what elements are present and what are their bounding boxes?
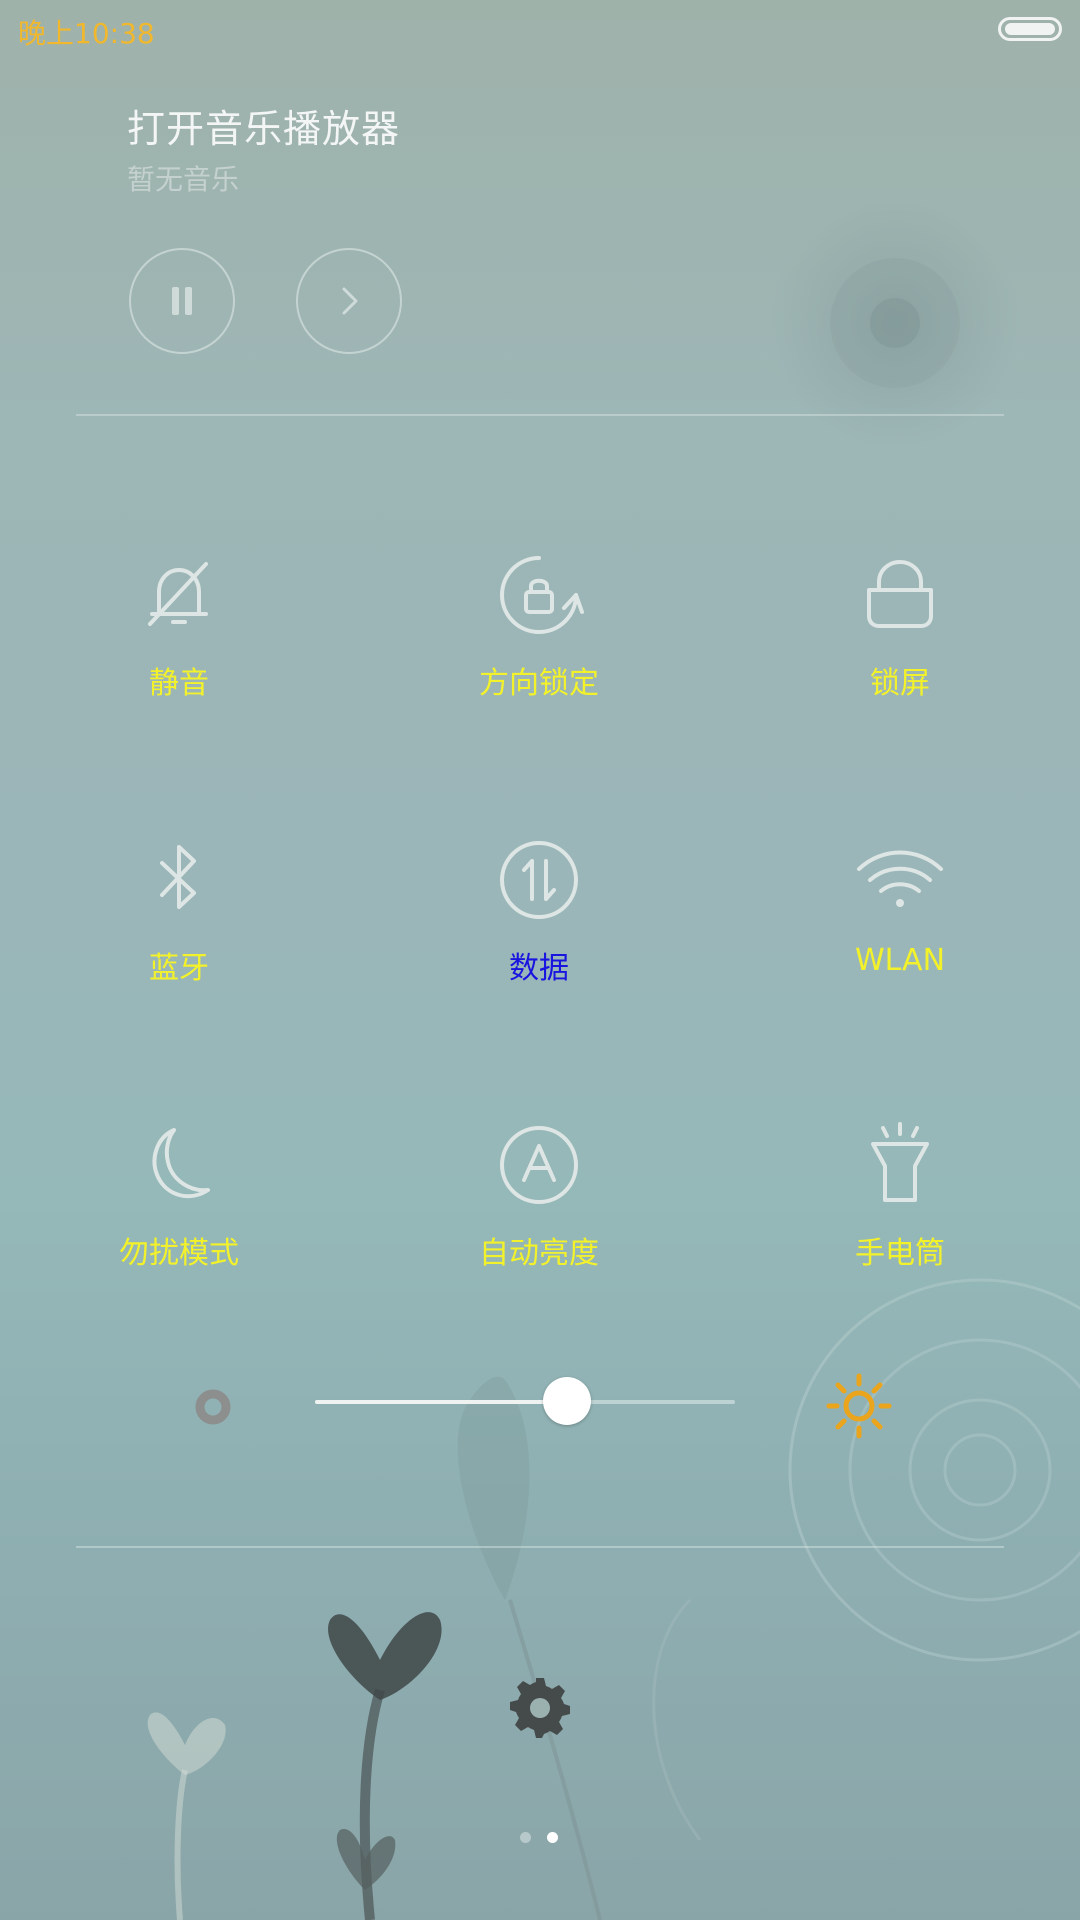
next-button[interactable]	[296, 248, 402, 354]
toggle-label: 数据	[509, 951, 569, 986]
status-time: 晚上10:38	[18, 17, 155, 50]
brightness-slider-fill	[315, 1400, 567, 1404]
toggle-lock-screen[interactable]: 锁屏	[750, 550, 1050, 750]
brightness-low-icon	[195, 1389, 231, 1425]
brightness-slider-knob[interactable]	[543, 1377, 591, 1425]
toggle-label: 锁屏	[870, 666, 930, 701]
brightness-slider[interactable]	[315, 1377, 735, 1425]
toggle-label: 勿扰模式	[119, 1236, 239, 1271]
auto-brightness-icon	[500, 1126, 578, 1204]
toggle-mobile-data[interactable]: 数据	[389, 835, 689, 1035]
flashlight-icon	[871, 1122, 929, 1202]
toggle-silent[interactable]: 静音	[29, 550, 329, 750]
moon-icon	[152, 1128, 210, 1199]
toggle-rotation-lock[interactable]: 方向锁定	[389, 550, 689, 750]
music-subtitle: 暂无音乐	[127, 163, 240, 196]
toggle-label: WLAN	[854, 943, 946, 978]
toggle-wlan[interactable]: WLAN	[750, 835, 1050, 1035]
lock-icon	[867, 560, 933, 628]
divider-bottom	[76, 1546, 1004, 1548]
music-title[interactable]: 打开音乐播放器	[127, 98, 400, 153]
toggle-label: 静音	[149, 666, 209, 701]
page-indicator-dot-2	[547, 1832, 558, 1843]
settings-gear-icon[interactable]	[508, 1676, 572, 1740]
toggle-bluetooth[interactable]: 蓝牙	[29, 835, 329, 1035]
divider-top	[76, 414, 1004, 416]
rotation-lock-icon	[500, 556, 584, 634]
mobile-data-icon	[500, 841, 578, 919]
pause-button[interactable]	[129, 248, 235, 354]
toggle-label: 方向锁定	[479, 666, 599, 701]
toggle-flashlight[interactable]: 手电筒	[750, 1120, 1050, 1320]
battery-icon	[998, 17, 1062, 41]
bluetooth-icon	[160, 845, 196, 909]
chevron-right-icon	[342, 287, 358, 315]
toggle-label: 手电筒	[855, 1236, 945, 1271]
toggle-auto-brightness[interactable]: 自动亮度	[389, 1120, 689, 1320]
bell-off-icon	[148, 562, 208, 626]
toggle-label: 蓝牙	[149, 951, 209, 986]
page-indicator-dot-1	[520, 1832, 531, 1843]
toggle-label: 自动亮度	[479, 1236, 599, 1271]
toggle-do-not-disturb[interactable]: 勿扰模式	[29, 1120, 329, 1320]
wifi-icon	[857, 850, 943, 907]
pause-icon	[172, 287, 192, 315]
brightness-high-icon	[826, 1373, 892, 1439]
